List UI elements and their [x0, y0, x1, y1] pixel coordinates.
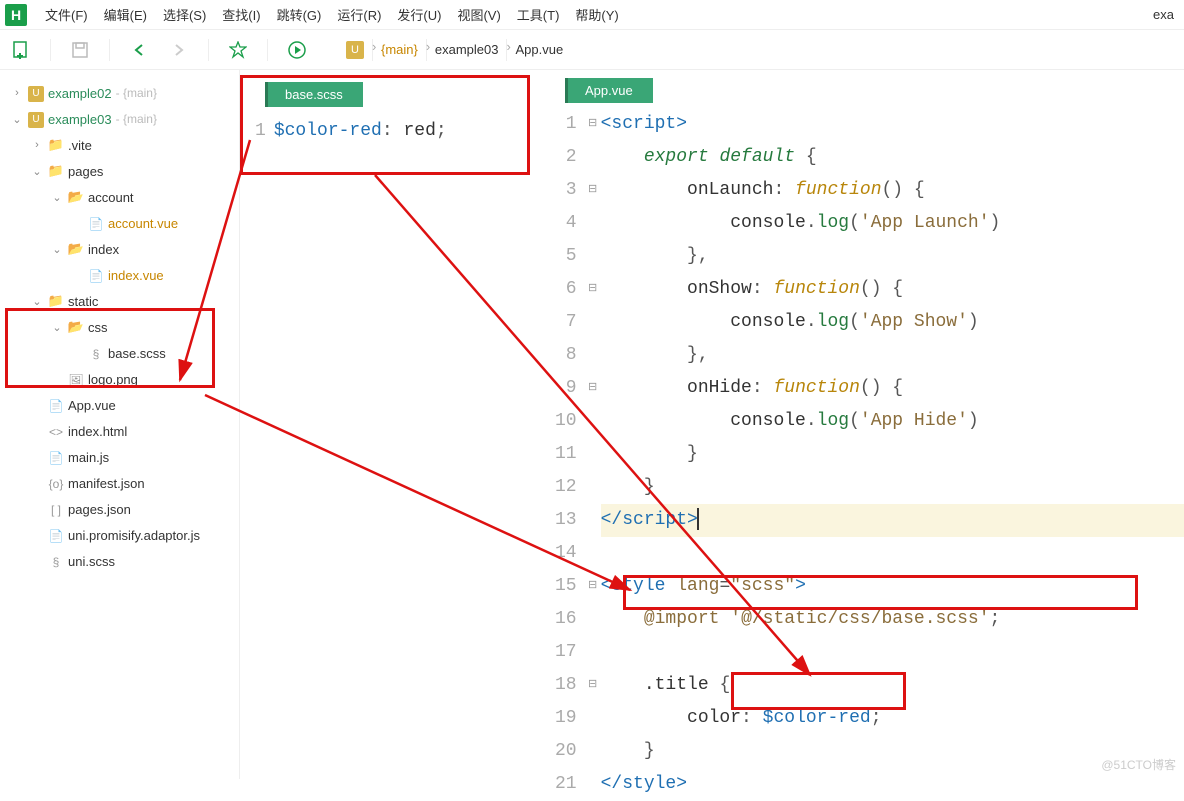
watermark: @51CTO博客	[1101, 756, 1176, 773]
editor-tab[interactable]: App.vue	[565, 78, 653, 103]
editor-area: base.scss 1 $color-red: red; App.vue 123…	[240, 70, 1184, 779]
menu-item[interactable]: 发行(U)	[389, 1, 449, 28]
tree-item[interactable]: 📄index.vue	[0, 262, 239, 288]
code-editor-right[interactable]: 123456789101112131415161718192021 ⊟⊟⊟⊟⊟⊟…	[540, 108, 1184, 801]
top-menu: H 文件(F)编辑(E)选择(S)查找(I)跳转(G)运行(R)发行(U)视图(…	[0, 0, 1184, 30]
main-area: ›Uexample02- {main}⌄Uexample03- {main}›📁…	[0, 70, 1184, 779]
tree-item[interactable]: ⌄Uexample03- {main}	[0, 106, 239, 132]
toolbar: U › {main} › example03 › App.vue	[0, 30, 1184, 70]
tree-item[interactable]: ›Uexample02- {main}	[0, 80, 239, 106]
code-editor-left[interactable]: 1 $color-red: red;	[240, 115, 540, 148]
tree-item[interactable]: §base.scss	[0, 340, 239, 366]
tree-item[interactable]: {o}manifest.json	[0, 470, 239, 496]
tree-item[interactable]: ⌄📁pages	[0, 158, 239, 184]
run-icon[interactable]	[286, 39, 308, 61]
breadcrumb-item[interactable]: {main}	[381, 42, 418, 57]
tree-item[interactable]: <>index.html	[0, 418, 239, 444]
tree-item[interactable]: 🖼logo.png	[0, 366, 239, 392]
breadcrumb-item[interactable]: example03	[435, 42, 499, 57]
file-explorer[interactable]: ›Uexample02- {main}⌄Uexample03- {main}›📁…	[0, 70, 240, 779]
tree-item[interactable]: 📄main.js	[0, 444, 239, 470]
tree-item[interactable]: ⌄📂account	[0, 184, 239, 210]
menu-item[interactable]: 帮助(Y)	[567, 1, 626, 28]
tree-item[interactable]: ⌄📁static	[0, 288, 239, 314]
menu-item[interactable]: 跳转(G)	[269, 1, 330, 28]
tree-item[interactable]: §uni.scss	[0, 548, 239, 574]
back-icon[interactable]	[128, 39, 150, 61]
app-logo: H	[5, 4, 27, 26]
menu-item[interactable]: 工具(T)	[509, 1, 568, 28]
tree-item[interactable]: ›📁.vite	[0, 132, 239, 158]
star-icon[interactable]	[227, 39, 249, 61]
tree-item[interactable]: 📄account.vue	[0, 210, 239, 236]
menu-item[interactable]: 视图(V)	[449, 1, 508, 28]
tree-item[interactable]: ⌄📂css	[0, 314, 239, 340]
new-file-icon[interactable]	[10, 39, 32, 61]
window-title-fragment: exa	[1153, 7, 1179, 22]
menu-item[interactable]: 查找(I)	[214, 1, 268, 28]
tree-item[interactable]: ⌄📂index	[0, 236, 239, 262]
menu-item[interactable]: 编辑(E)	[96, 1, 155, 28]
tree-item[interactable]: [ ]pages.json	[0, 496, 239, 522]
tree-item[interactable]: 📄App.vue	[0, 392, 239, 418]
editor-pane-left: base.scss 1 $color-red: red;	[240, 70, 540, 779]
project-icon: U	[346, 41, 364, 59]
editor-tab[interactable]: base.scss	[265, 82, 363, 107]
tree-item[interactable]: 📄uni.promisify.adaptor.js	[0, 522, 239, 548]
breadcrumb: U › {main} › example03 › App.vue	[346, 39, 563, 61]
forward-icon[interactable]	[168, 39, 190, 61]
save-icon[interactable]	[69, 39, 91, 61]
editor-pane-right: App.vue 12345678910111213141516171819202…	[540, 70, 1184, 779]
menu-item[interactable]: 文件(F)	[37, 1, 96, 28]
menu-item[interactable]: 选择(S)	[155, 1, 214, 28]
menu-item[interactable]: 运行(R)	[329, 1, 389, 28]
breadcrumb-item[interactable]: App.vue	[515, 42, 563, 57]
